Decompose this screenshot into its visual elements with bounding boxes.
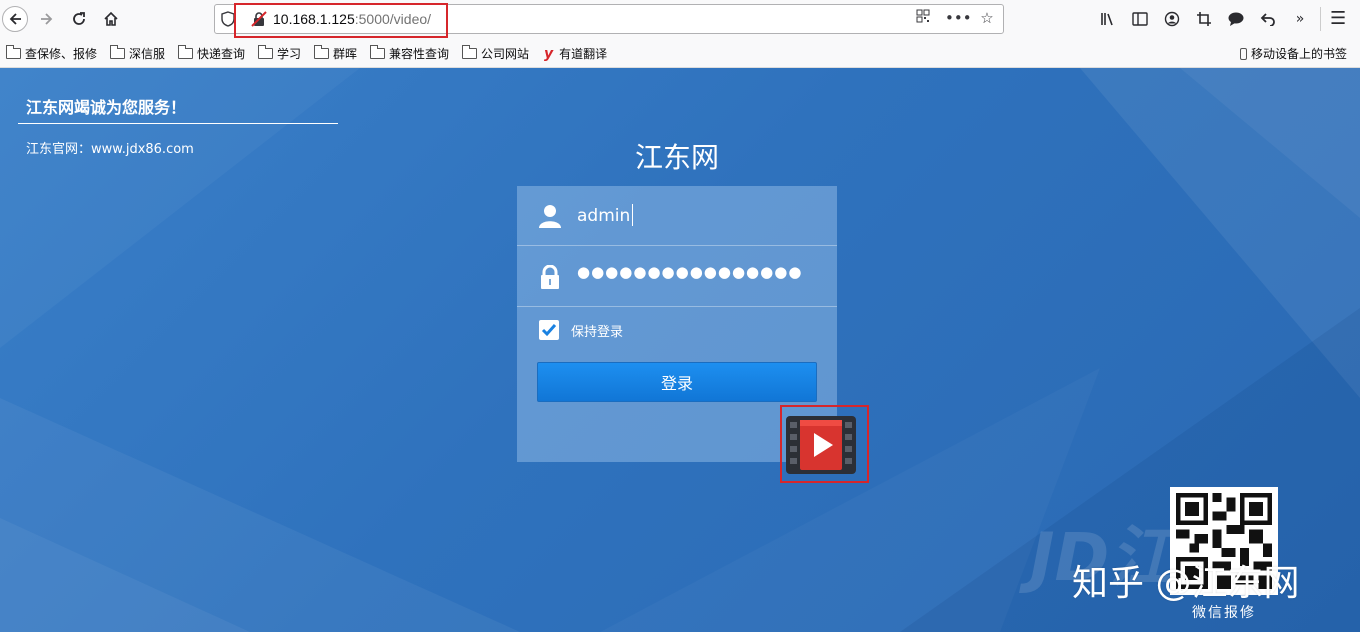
- overflow-chevron-icon[interactable]: »: [1287, 8, 1313, 30]
- toolbar-divider: [1320, 7, 1321, 31]
- bookmark-folder[interactable]: 深信服: [110, 45, 165, 62]
- tracking-shield-icon[interactable]: [221, 11, 235, 27]
- reload-icon[interactable]: [66, 6, 92, 32]
- zhihu-watermark: 知乎 @江东网: [1072, 563, 1300, 604]
- youdao-icon: y: [544, 45, 554, 62]
- screenshot-icon[interactable]: [1191, 8, 1217, 30]
- bookmark-folder[interactable]: 兼容性查询: [370, 45, 449, 62]
- page-actions-icon[interactable]: •••: [945, 9, 972, 27]
- forward-icon[interactable]: [34, 6, 60, 32]
- back-icon[interactable]: [2, 6, 28, 32]
- url-host: 10.168.1.125: [273, 11, 355, 27]
- browser-toolbar: 10.168.1.125:5000/video/ ••• ☆ » ☰: [0, 0, 1360, 38]
- folder-icon: [314, 45, 329, 59]
- official-site-link[interactable]: 江东官网：www.jdx86.com: [26, 138, 194, 157]
- folder-icon: [110, 45, 125, 59]
- divider: [18, 123, 338, 124]
- bookmarks-bar: 查保修、报修 深信服 快递查询 学习 群晖 兼容性查询 公司网站 y 有道翻译 移…: [0, 38, 1360, 68]
- bookmark-folder[interactable]: 群晖: [314, 45, 357, 62]
- sidebar-icon[interactable]: [1127, 8, 1153, 30]
- url-bar[interactable]: 10.168.1.125:5000/video/ ••• ☆: [214, 3, 1004, 38]
- bookmark-star-icon[interactable]: ☆: [977, 9, 997, 27]
- lock-icon: [541, 265, 559, 289]
- url-text[interactable]: 10.168.1.125:5000/video/: [273, 11, 431, 27]
- qr-code-icon[interactable]: [913, 9, 933, 27]
- login-button[interactable]: 登录: [537, 362, 817, 402]
- undo-icon[interactable]: [1255, 8, 1281, 30]
- mobile-device-icon: [1240, 47, 1247, 60]
- url-path: :5000/video/: [354, 11, 432, 27]
- remember-label: 保持登录: [571, 324, 624, 340]
- library-icon[interactable]: [1095, 8, 1121, 30]
- login-page: 江东网竭诚为您服务！ 江东官网：www.jdx86.com 江东网 ●●●●●●…: [0, 68, 1360, 632]
- mobile-bookmarks[interactable]: 移动设备上的书签: [1240, 45, 1347, 62]
- bookmark-folder[interactable]: 学习: [258, 45, 301, 62]
- checkmark-icon: [541, 324, 557, 337]
- username-field[interactable]: [517, 186, 837, 246]
- folder-icon: [258, 45, 273, 59]
- page-title: 江东网: [634, 141, 719, 174]
- folder-icon: [462, 45, 477, 59]
- insecure-lock-icon[interactable]: [251, 11, 267, 27]
- bookmark-folder[interactable]: 公司网站: [462, 45, 529, 62]
- hamburger-menu-icon[interactable]: ☰: [1330, 8, 1346, 29]
- folder-icon: [178, 45, 193, 59]
- brand-slogan: 江东网竭诚为您服务！: [26, 98, 187, 117]
- text-caret: [632, 204, 633, 226]
- bookmark-folder[interactable]: 快递查询: [178, 45, 245, 62]
- password-field[interactable]: ●●●●●●●●●●●●●●●●: [517, 247, 837, 307]
- video-station-icon[interactable]: [786, 416, 856, 474]
- chat-icon[interactable]: [1223, 8, 1249, 30]
- user-icon: [539, 205, 561, 228]
- folder-icon: [370, 45, 385, 59]
- home-icon[interactable]: [98, 6, 124, 32]
- remember-me[interactable]: 保持登录: [539, 320, 623, 340]
- folder-icon: [6, 45, 21, 59]
- account-icon[interactable]: [1159, 8, 1185, 30]
- username-input[interactable]: [577, 202, 817, 230]
- remember-checkbox[interactable]: [539, 320, 559, 340]
- bookmark-folder[interactable]: 查保修、报修: [6, 45, 97, 62]
- password-input[interactable]: ●●●●●●●●●●●●●●●●: [577, 263, 802, 281]
- bookmark-link[interactable]: y 有道翻译: [544, 45, 607, 62]
